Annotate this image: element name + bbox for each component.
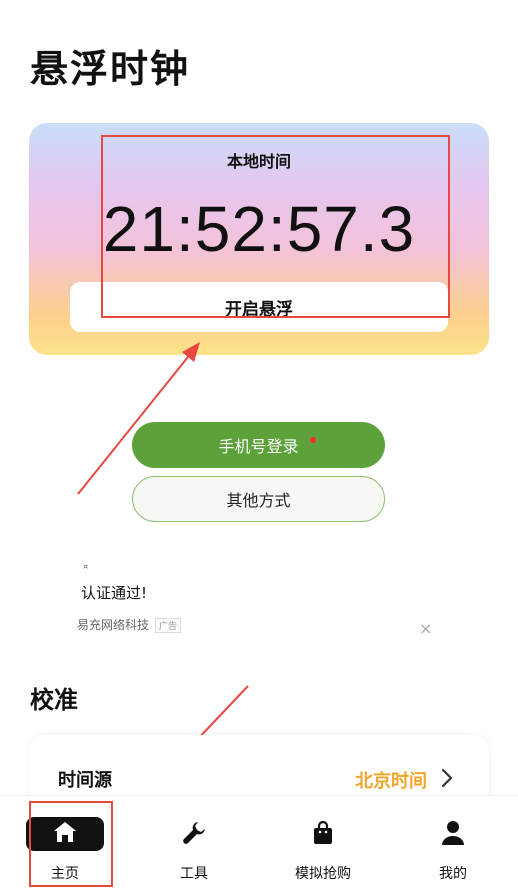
tab-label: 工具 xyxy=(180,866,208,882)
other-login-method-button[interactable]: 其他方式 xyxy=(132,476,385,522)
notification-dot xyxy=(310,437,316,443)
ad-text[interactable]: 认证通过! xyxy=(81,582,147,603)
tab-tools[interactable]: 工具 xyxy=(154,796,234,894)
time-source-label: 时间源 xyxy=(58,770,112,791)
chevron-right-icon[interactable] xyxy=(441,768,453,788)
tab-flash-sale-simulation[interactable]: 模拟抢购 xyxy=(283,796,363,894)
annotation-arrow-to-clock xyxy=(77,342,200,495)
ad-close-icon[interactable]: × xyxy=(419,619,432,638)
ad-company: 易充网络科技 xyxy=(77,618,150,632)
annotation-tab-highlight-box xyxy=(29,801,113,887)
user-icon xyxy=(442,821,464,845)
wrench-icon xyxy=(183,822,205,844)
ad-small-icon: ¤ xyxy=(83,562,89,571)
shopping-bag-icon xyxy=(314,820,332,844)
tab-me[interactable]: 我的 xyxy=(413,796,493,894)
calibration-section-title: 校准 xyxy=(30,686,78,714)
tab-label: 模拟抢购 xyxy=(295,866,351,882)
tab-label: 我的 xyxy=(439,866,467,882)
ad-badge: 广告 xyxy=(155,618,182,633)
time-source-value[interactable]: 北京时间 xyxy=(355,767,427,793)
phone-login-button[interactable]: 手机号登录 xyxy=(132,422,385,468)
